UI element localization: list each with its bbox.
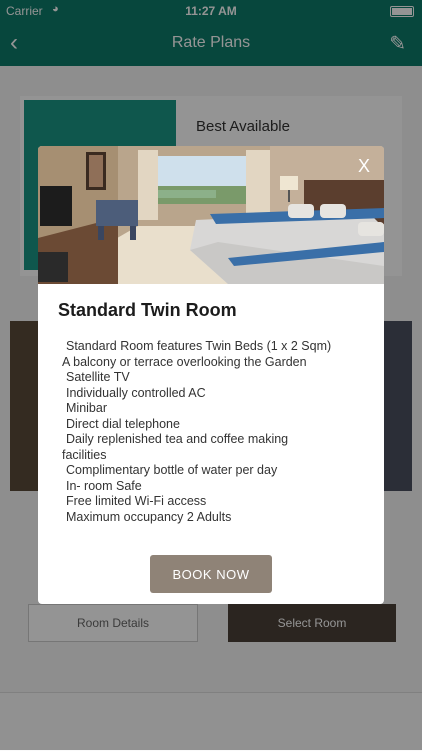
feature-item: Free limited Wi-Fi access <box>66 494 207 508</box>
feature-item: Direct dial telephone <box>66 416 180 431</box>
feature-item: Maximum occupancy 2 Adults <box>66 509 232 524</box>
feature-item: Daily replenished tea and coffee making <box>66 432 289 446</box>
feature-item: A balcony or terrace overlooking the Gar… <box>62 354 307 369</box>
feature-item: Satellite TV <box>66 370 130 384</box>
room-title: Standard Twin Room <box>58 300 237 320</box>
close-button[interactable]: X <box>358 156 370 177</box>
room-details-modal: X Standard Twin Room Standard Room featu… <box>38 146 384 604</box>
feature-item: Individually controlled AC <box>66 385 206 400</box>
book-now-button[interactable]: BOOK NOW <box>150 555 272 593</box>
feature-item: Standard Room features Twin Beds (1 x 2 … <box>66 339 332 353</box>
feature-item: facilities <box>62 447 107 462</box>
room-feature-list: Standard Room features Twin Beds (1 x 2 … <box>62 339 362 525</box>
feature-item: In- room Safe <box>66 478 142 493</box>
feature-item: Complimentary bottle of water per day <box>66 463 278 477</box>
feature-item: Minibar <box>66 401 107 415</box>
room-photo <box>38 146 384 284</box>
